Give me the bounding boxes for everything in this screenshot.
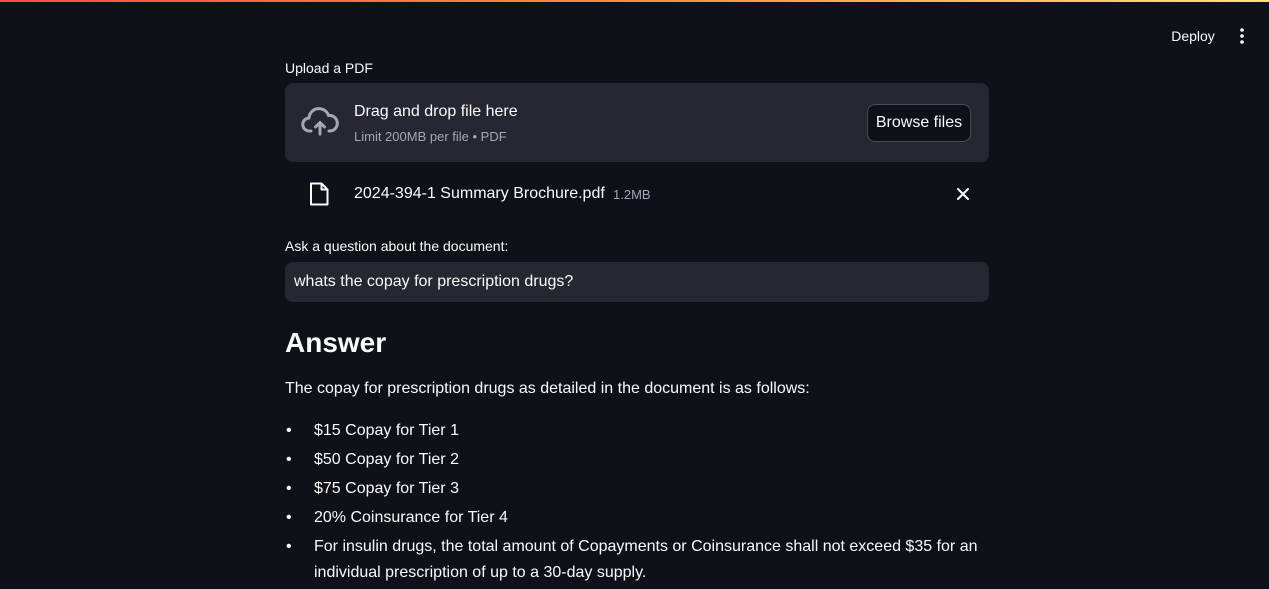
upload-label: Upload a PDF bbox=[285, 60, 373, 76]
answer-heading: Answer bbox=[285, 327, 387, 358]
main-menu-button[interactable] bbox=[1230, 24, 1254, 48]
deploy-button[interactable]: Deploy bbox=[1162, 24, 1224, 48]
list-item: $75 Copay for Tier 3 bbox=[285, 476, 989, 502]
question-input[interactable] bbox=[285, 262, 989, 302]
answer-list: $15 Copay for Tier 1 $50 Copay for Tier … bbox=[285, 418, 989, 589]
list-item: 20% Coinsurance for Tier 4 bbox=[285, 505, 989, 531]
dropzone-title: Drag and drop file here bbox=[354, 103, 518, 120]
browse-files-button[interactable]: Browse files bbox=[867, 104, 971, 142]
answer-intro: The copay for prescription drugs as deta… bbox=[285, 380, 810, 397]
dropzone-limit-text: Limit 200MB per file • PDF bbox=[354, 129, 507, 144]
question-label: Ask a question about the document: bbox=[285, 238, 509, 254]
file-icon bbox=[310, 182, 329, 206]
file-name: 2024-394-1 Summary Brochure.pdf bbox=[354, 185, 605, 202]
remove-file-button[interactable] bbox=[953, 184, 973, 204]
top-decoration-bar bbox=[0, 0, 1269, 2]
file-dropzone[interactable]: Drag and drop file here Limit 200MB per … bbox=[285, 83, 989, 162]
list-item: $15 Copay for Tier 1 bbox=[285, 418, 989, 444]
close-icon bbox=[957, 188, 969, 200]
uploaded-file-row: 2024-394-1 Summary Brochure.pdf 1.2MB bbox=[285, 178, 989, 210]
more-vertical-icon bbox=[1240, 28, 1244, 44]
file-size: 1.2MB bbox=[613, 187, 651, 202]
list-item: $50 Copay for Tier 2 bbox=[285, 447, 989, 473]
cloud-upload-icon bbox=[301, 107, 339, 136]
list-item: For insulin drugs, the total amount of C… bbox=[285, 534, 989, 586]
